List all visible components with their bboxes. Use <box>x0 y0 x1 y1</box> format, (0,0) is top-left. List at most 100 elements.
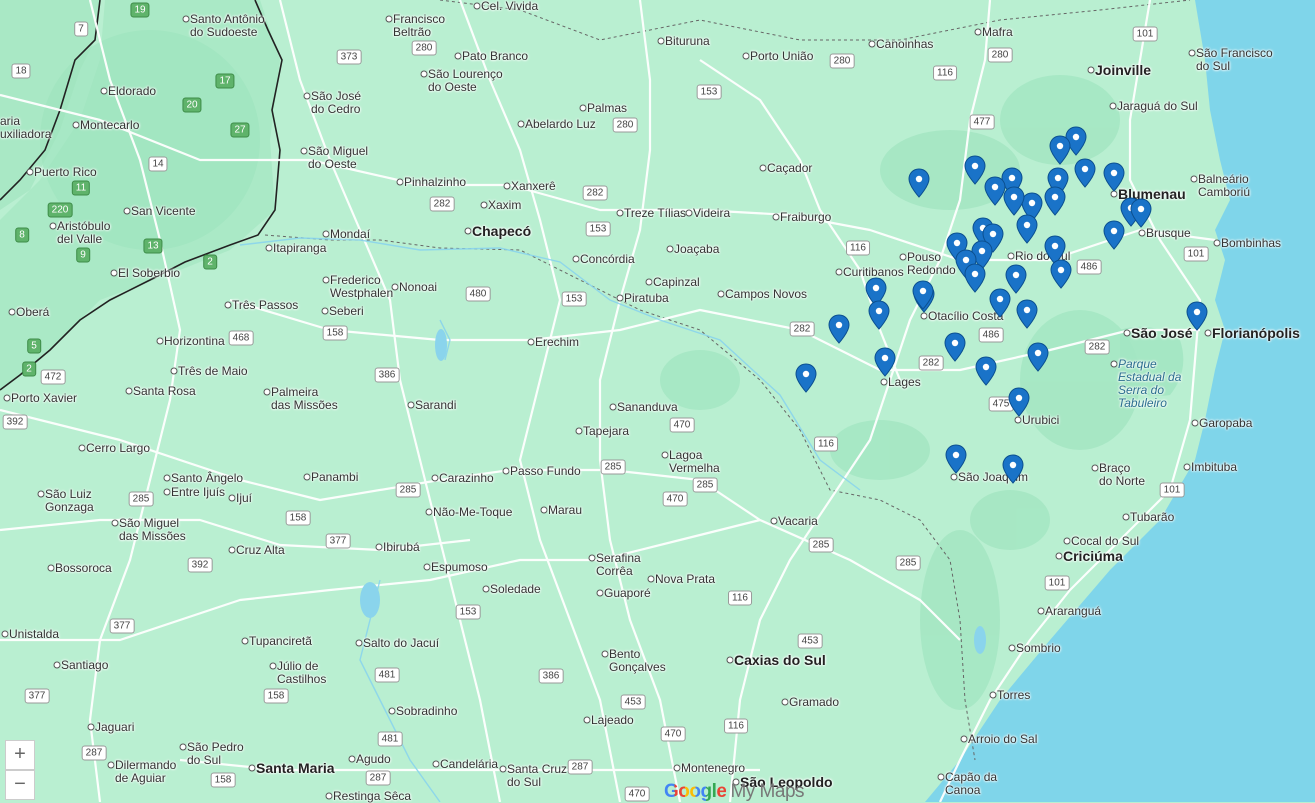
place-label: aria uxiliadora <box>0 114 52 141</box>
place-label: São Luiz Gonzaga <box>45 487 94 514</box>
place-label: Puerto Rico <box>34 165 97 179</box>
map-pin-icon[interactable] <box>1103 220 1125 250</box>
place-marker-dot <box>937 773 945 781</box>
place-label: Chapecó <box>472 223 532 239</box>
place-marker-dot <box>163 474 171 482</box>
highway-shield: 477 <box>969 114 995 130</box>
place-label: Joinville <box>1095 62 1152 78</box>
map-pin-icon[interactable] <box>1186 301 1208 331</box>
place-marker-dot <box>742 52 750 60</box>
highway-shield: 386 <box>538 668 564 684</box>
place-marker-dot <box>835 268 843 276</box>
map-pin-icon[interactable] <box>868 300 890 330</box>
map-pin-icon[interactable] <box>1008 387 1030 417</box>
place-label: Montenegro <box>681 761 746 775</box>
place-label: Guaporé <box>604 586 651 600</box>
place-marker-dot <box>407 401 415 409</box>
map-pin-icon[interactable] <box>912 280 934 310</box>
map-pin-icon[interactable] <box>944 332 966 362</box>
place-marker-dot <box>503 182 511 190</box>
place-label: Bossoroca <box>55 561 112 575</box>
place-label: Jaguari <box>95 720 135 734</box>
highway-shield: 116 <box>724 718 748 734</box>
map-pin-icon[interactable] <box>1130 198 1152 228</box>
place-label: Agudo <box>356 752 391 766</box>
place-label: Cruz Alta <box>236 543 285 557</box>
map-pin-icon[interactable] <box>1016 214 1038 244</box>
map-pin-icon[interactable] <box>945 444 967 474</box>
map-pin-icon[interactable] <box>1050 259 1072 289</box>
map-pin-icon[interactable] <box>1103 162 1125 192</box>
map-pin-icon[interactable] <box>795 363 817 393</box>
place-marker-dot <box>322 230 330 238</box>
place-label: Santiago <box>61 658 109 672</box>
highway-shield: 285 <box>895 555 921 571</box>
zoom-in-button[interactable]: + <box>5 740 35 770</box>
place-label: Sananduva <box>617 400 678 414</box>
place-marker-dot <box>726 656 734 664</box>
place-label: Palmas <box>587 101 628 115</box>
highway-shield: 285 <box>600 459 626 475</box>
place-marker-dot <box>1190 175 1198 183</box>
place-marker-dot <box>499 765 507 773</box>
highway-shield: 481 <box>374 667 400 683</box>
place-label: Mafra <box>982 25 1013 39</box>
map-pin-icon[interactable] <box>828 314 850 344</box>
place-marker-dot <box>616 209 624 217</box>
map-pin-icon[interactable] <box>1027 342 1049 372</box>
place-label: Ibirubá <box>383 540 420 554</box>
place-marker-dot <box>950 473 958 481</box>
map-pin-icon[interactable] <box>964 155 986 185</box>
map-pin-icon[interactable] <box>989 288 1011 318</box>
highway-shield: 116 <box>933 65 957 81</box>
place-label: Oberá <box>16 305 50 319</box>
place-label: Caçador <box>767 161 813 175</box>
map-pin-icon[interactable] <box>1002 454 1024 484</box>
map-pin-icon[interactable] <box>908 168 930 198</box>
place-marker-dot <box>781 698 789 706</box>
map-pin-icon[interactable] <box>1044 186 1066 216</box>
highway-shield: 377 <box>109 618 135 634</box>
place-label: Treze Tílias <box>624 206 687 220</box>
place-marker-dot <box>517 120 525 128</box>
place-label: Passo Fundo <box>510 464 581 478</box>
place-marker-dot <box>375 543 383 551</box>
place-label: Serafina Corrêa <box>596 551 641 578</box>
zoom-out-button[interactable]: − <box>5 770 35 800</box>
map-pin-icon[interactable] <box>1074 158 1096 188</box>
map-pin-icon[interactable] <box>1003 186 1025 216</box>
place-label: Ijuí <box>236 491 253 505</box>
place-marker-dot <box>26 168 34 176</box>
place-marker-dot <box>123 207 131 215</box>
place-label: Candelária <box>440 757 499 771</box>
place-marker-dot <box>647 575 655 583</box>
place-label: Bento Gonçalves <box>609 647 666 674</box>
highway-shield: 470 <box>660 726 686 742</box>
map-pin-icon[interactable] <box>1016 299 1038 329</box>
place-marker-dot <box>87 723 95 731</box>
place-label: Unistalda <box>9 627 60 641</box>
place-marker-dot <box>609 403 617 411</box>
place-marker-dot <box>666 245 674 253</box>
place-marker-dot <box>482 585 490 593</box>
place-marker-dot <box>1 630 9 638</box>
google-logo-text: Google <box>664 781 727 802</box>
place-marker-dot <box>1123 329 1131 337</box>
place-marker-dot <box>420 70 428 78</box>
place-marker-dot <box>396 178 404 186</box>
highway-shield: 8 <box>15 227 29 243</box>
place-label: Fraiburgo <box>780 210 832 224</box>
place-label: Nonoai <box>399 280 438 294</box>
place-marker-dot <box>1110 360 1118 368</box>
place-marker-dot <box>1087 66 1095 74</box>
place-marker-dot <box>645 278 653 286</box>
place-label: Abelardo Luz <box>525 117 596 131</box>
place-marker-dot <box>179 743 187 751</box>
map-pin-icon[interactable] <box>975 356 997 386</box>
map-pin-icon[interactable] <box>964 263 986 293</box>
map-pin-icon[interactable] <box>1049 135 1071 165</box>
highway-shield: 392 <box>2 414 28 430</box>
place-label: Santo Ângelo <box>171 471 244 485</box>
map-pin-icon[interactable] <box>874 347 896 377</box>
highway-shield: 153 <box>561 291 587 307</box>
